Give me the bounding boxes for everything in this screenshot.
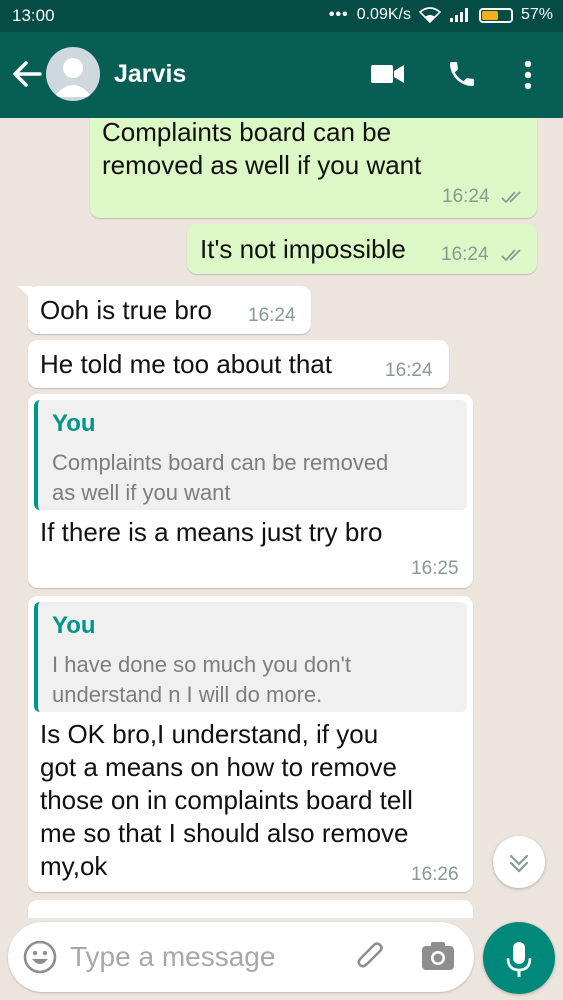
network-speed: 0.09K/s [356,6,411,23]
message-text-line: my,ok [40,851,108,881]
camera-icon[interactable] [420,940,456,974]
double-check-icon [501,249,521,262]
quote-author: You [52,612,96,639]
message-text-line: me so that I should also remove [40,818,409,848]
chat-area[interactable]: Complaints board can be removed as well … [0,118,563,918]
message-incoming-reply[interactable]: You Complaints board can be removed as w… [28,394,473,588]
chat-header: Jarvis [0,32,563,118]
status-time: 13:00 [12,6,55,25]
signal-icon [449,8,468,22]
message-time: 16:24 [248,305,296,326]
message-outgoing[interactable]: It's not impossible 16:24 [187,224,537,274]
bubble-tail [18,286,32,300]
chevron-down-icon [509,854,529,873]
message-incoming[interactable]: He told me too about that 16:24 [28,340,449,388]
more-vert-icon[interactable] [518,58,538,92]
message-text: Ooh is true bro [40,295,212,325]
quote-author: You [52,410,96,437]
message-text-line: Complaints board can be [102,118,392,147]
message-time: 16:24 [385,360,433,381]
message-incoming[interactable] [28,900,473,918]
mic-button[interactable] [483,922,555,994]
mic-icon [506,942,532,977]
message-incoming[interactable]: Ooh is true bro 16:24 [18,286,311,334]
message-text: It's not impossible [200,234,406,264]
message-time: 16:25 [411,558,459,579]
emoji-icon[interactable] [22,939,58,975]
message-composer [8,922,474,992]
phone-icon[interactable] [446,58,478,90]
quote-text-line: understand n I will do more. [52,682,323,707]
quote-text: I have done so much you don't understand… [52,650,351,710]
attach-icon[interactable] [352,938,390,976]
quote-text-line: I have done so much you don't [52,652,351,677]
quoted-message[interactable]: You I have done so much you don't unders… [34,602,467,712]
quote-text-line: as well if you want [52,480,231,505]
message-outgoing[interactable]: Complaints board can be removed as well … [90,118,537,218]
battery-percent: 57% [520,6,553,23]
person-icon [54,58,92,97]
message-time: 16:24 [441,244,489,265]
quote-text: Complaints board can be removed as well … [52,448,388,508]
message-text-line: those on in complaints board tell [40,785,413,815]
message-time: 16:26 [411,864,459,885]
quote-text-line: Complaints board can be removed [52,450,389,475]
message-input[interactable] [70,936,340,978]
video-call-icon[interactable] [370,62,406,86]
message-text-line: got a means on how to remove [40,752,397,782]
wifi-icon [418,7,441,23]
message-text: He told me too about that [40,349,332,379]
message-incoming-reply[interactable]: You I have done so much you don't unders… [28,596,473,892]
battery-level [481,10,498,20]
status-bar: 13:00 ••• 0.09K/s 57% [0,0,563,32]
message-text-line: Is OK bro,I understand, if you [40,719,379,749]
contact-name[interactable]: Jarvis [114,60,186,89]
battery-icon [478,7,513,23]
message-text-line: removed as well if you want [102,150,422,180]
message-text: If there is a means just try bro [40,517,383,547]
message-time: 16:24 [442,186,490,207]
back-arrow-icon[interactable] [10,56,44,92]
status-indicators: ••• 0.09K/s 57% [329,6,553,24]
double-check-icon [501,191,521,204]
scroll-down-button[interactable] [493,836,545,888]
avatar[interactable] [46,47,100,101]
more-dots-icon: ••• [328,6,349,23]
quoted-message[interactable]: You Complaints board can be removed as w… [34,400,467,510]
